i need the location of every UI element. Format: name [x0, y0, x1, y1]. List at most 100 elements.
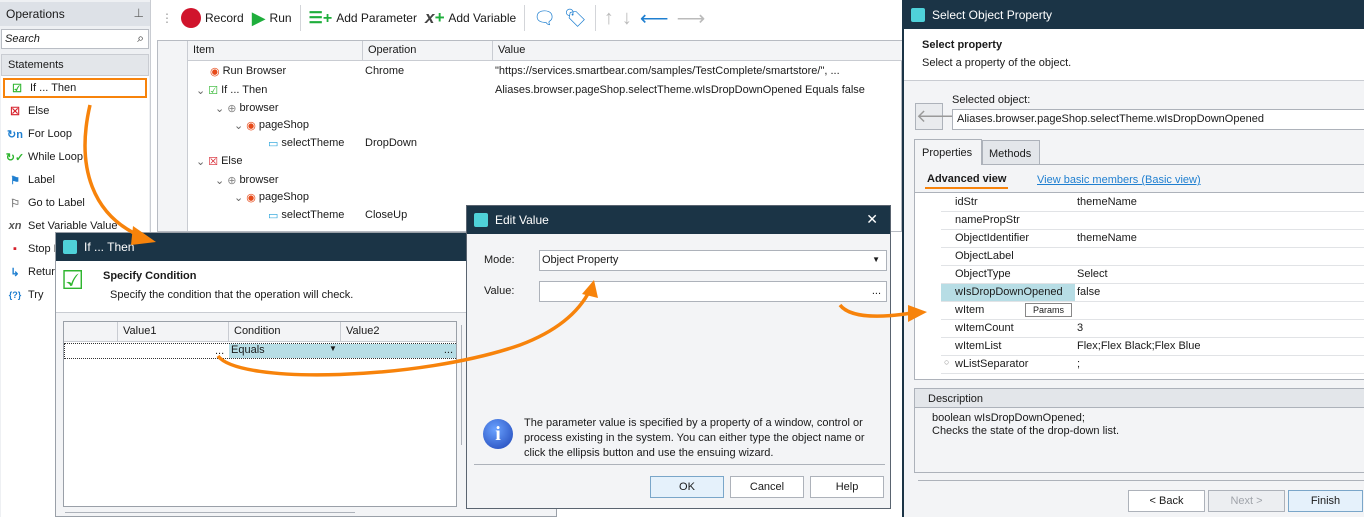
chevron-down-icon[interactable]: ⌄	[234, 119, 243, 132]
select-property-titlebar[interactable]: Select Object Property	[904, 0, 1364, 29]
property-row[interactable]: ObjectIdentifier themeName	[941, 230, 1364, 248]
dropdown-arrow-icon[interactable]: ▼	[872, 255, 880, 264]
flag-icon: ⚑	[10, 174, 20, 187]
chevron-down-icon[interactable]: ⌄	[215, 102, 224, 115]
back-arrow-button[interactable]: 🡐	[915, 103, 964, 130]
op-label: Else	[28, 105, 50, 117]
params-button[interactable]: Params	[1025, 303, 1073, 317]
help-button[interactable]: Help	[810, 476, 884, 498]
property-row[interactable]: wItemCount 3	[941, 320, 1364, 338]
ok-button[interactable]: OK	[650, 476, 724, 498]
property-row[interactable]: wItem Params	[941, 302, 1364, 320]
property-row[interactable]: wItemList Flex;Flex Black;Flex Blue	[941, 338, 1364, 356]
search-icon[interactable]: ⌕	[137, 31, 144, 46]
test-operations-grid: Item Operation Value ◉ Run Browser Chrome…	[157, 40, 903, 232]
column-header-value[interactable]: Value	[493, 41, 903, 61]
condition-value: Equals	[231, 344, 265, 356]
else-icon: ☒	[10, 105, 20, 118]
value-ellipsis-button[interactable]: ...	[872, 285, 881, 297]
info-icon: i	[483, 419, 513, 449]
chevron-down-icon[interactable]: ⌄	[234, 191, 243, 204]
chevron-down-icon[interactable]: ⌄	[196, 84, 205, 97]
move-up-icon[interactable]: ↑	[604, 7, 614, 30]
table-row[interactable]: ▭ selectTheme	[268, 206, 344, 224]
pin-icon[interactable]: ⊥	[134, 6, 144, 20]
column-header-operation[interactable]: Operation	[363, 41, 493, 61]
property-name: ObjectLabel	[955, 250, 1014, 262]
back-button[interactable]: < Back	[1128, 490, 1205, 512]
tab-properties[interactable]: Properties	[914, 139, 982, 165]
chevron-down-icon[interactable]: ⌄	[196, 155, 205, 168]
value-input[interactable]: ...	[539, 281, 887, 302]
op-while-loop[interactable]: ↻✓ While Loop	[3, 147, 147, 167]
property-row[interactable]: ○ wListSeparator;	[941, 356, 1364, 374]
property-row[interactable]: ObjectLabel	[941, 248, 1364, 266]
record-icon	[181, 8, 201, 28]
table-row[interactable]: ⌄ ⊕ browser	[215, 99, 279, 117]
add-parameter-button[interactable]: ☰+ Add Parameter	[309, 8, 417, 28]
column-header-value1[interactable]: Value1	[118, 322, 229, 342]
item-label: Else	[221, 155, 243, 167]
record-button[interactable]: Record	[181, 8, 244, 28]
property-value: themeName	[1077, 232, 1137, 244]
op-if-then[interactable]: ☑ If ... Then	[3, 78, 147, 98]
toolbar-separator	[524, 5, 526, 31]
add-variable-button[interactable]: x+ Add Variable	[425, 8, 516, 28]
next-button[interactable]: Next >	[1208, 490, 1285, 512]
condition-row[interactable]: ... Equals ▼...	[64, 343, 456, 359]
op-label-item[interactable]: ⚑ Label	[3, 170, 147, 190]
column-header-condition[interactable]: Condition	[229, 322, 341, 342]
toolbar-grip-icon: ⋮	[161, 11, 173, 25]
op-else[interactable]: ☒ Else	[3, 101, 147, 121]
move-down-icon[interactable]: ↓	[622, 7, 632, 30]
statements-header[interactable]: Statements	[1, 54, 149, 76]
indent-icon[interactable]: ⟶	[677, 6, 706, 31]
dropdown-arrow-icon[interactable]: ▼	[329, 344, 337, 353]
item-label: selectTheme	[281, 209, 345, 221]
app-icon	[63, 240, 77, 254]
property-row[interactable]: namePropStr	[941, 212, 1364, 230]
table-row[interactable]: ◉ Run Browser	[210, 62, 286, 80]
table-row[interactable]: ⌄ ◉ pageShop	[234, 116, 309, 134]
column-header-value2[interactable]: Value2	[341, 322, 456, 342]
run-button[interactable]: ▶ Run	[252, 8, 292, 29]
chevron-down-icon[interactable]: ⌄	[215, 174, 224, 187]
table-row[interactable]: ⌄ ◉ pageShop	[234, 188, 309, 206]
table-row[interactable]: ▭ selectTheme	[268, 134, 344, 152]
basic-view-link[interactable]: View basic members (Basic view)	[1037, 174, 1201, 186]
property-row[interactable]: wIsDropDownOpened false	[941, 284, 1364, 302]
mode-select[interactable]: Object Property ▼	[539, 250, 887, 271]
info-text: The parameter value is specified by a pr…	[524, 417, 865, 459]
table-row[interactable]: ⌄ ⊕ browser	[215, 171, 279, 189]
outdent-icon[interactable]: ⟵	[640, 6, 669, 31]
item-label: pageShop	[258, 119, 309, 131]
add-parameter-label: Add Parameter	[336, 11, 417, 25]
cancel-button[interactable]: Cancel	[730, 476, 804, 498]
table-row[interactable]: ⌄ ☑ If ... Then	[196, 81, 267, 99]
search-input[interactable]: Search ⌕	[1, 29, 149, 49]
finish-button[interactable]: Finish	[1288, 490, 1363, 512]
op-for-loop[interactable]: ↻n For Loop	[3, 124, 147, 144]
op-label: Retur	[28, 266, 55, 278]
property-row[interactable]: ObjectType Select	[941, 266, 1364, 284]
selected-object-field[interactable]: Aliases.browser.pageShop.selectTheme.wIs…	[952, 109, 1364, 130]
value2-ellipsis-button[interactable]: ...	[444, 344, 453, 356]
value1-ellipsis-button[interactable]: ...	[215, 345, 224, 357]
op-label: Set Variable Value	[28, 220, 118, 232]
op-go-to-label[interactable]: ⚐ Go to Label	[3, 193, 147, 213]
close-icon[interactable]: ✕	[866, 211, 878, 228]
row-gutter	[158, 41, 188, 231]
condition-select[interactable]: Equals ▼...	[229, 344, 456, 358]
edit-value-titlebar[interactable]: Edit Value ✕	[467, 206, 890, 234]
web-control-icon: ▭	[268, 209, 279, 222]
column-header-item[interactable]: Item	[188, 41, 363, 61]
add-variable-label: Add Variable	[448, 11, 517, 25]
comment-icon[interactable]: 🗨	[533, 8, 556, 29]
property-name: namePropStr	[955, 214, 1020, 226]
property-row[interactable]: idStr themeName	[941, 194, 1364, 212]
tag-icon[interactable]: 🏷	[564, 8, 587, 29]
description-line1: boolean wIsDropDownOpened;	[932, 412, 1085, 424]
tab-methods[interactable]: Methods	[982, 140, 1040, 165]
property-name: wItem	[955, 304, 985, 316]
table-row[interactable]: ⌄ ☒ Else	[196, 152, 243, 170]
